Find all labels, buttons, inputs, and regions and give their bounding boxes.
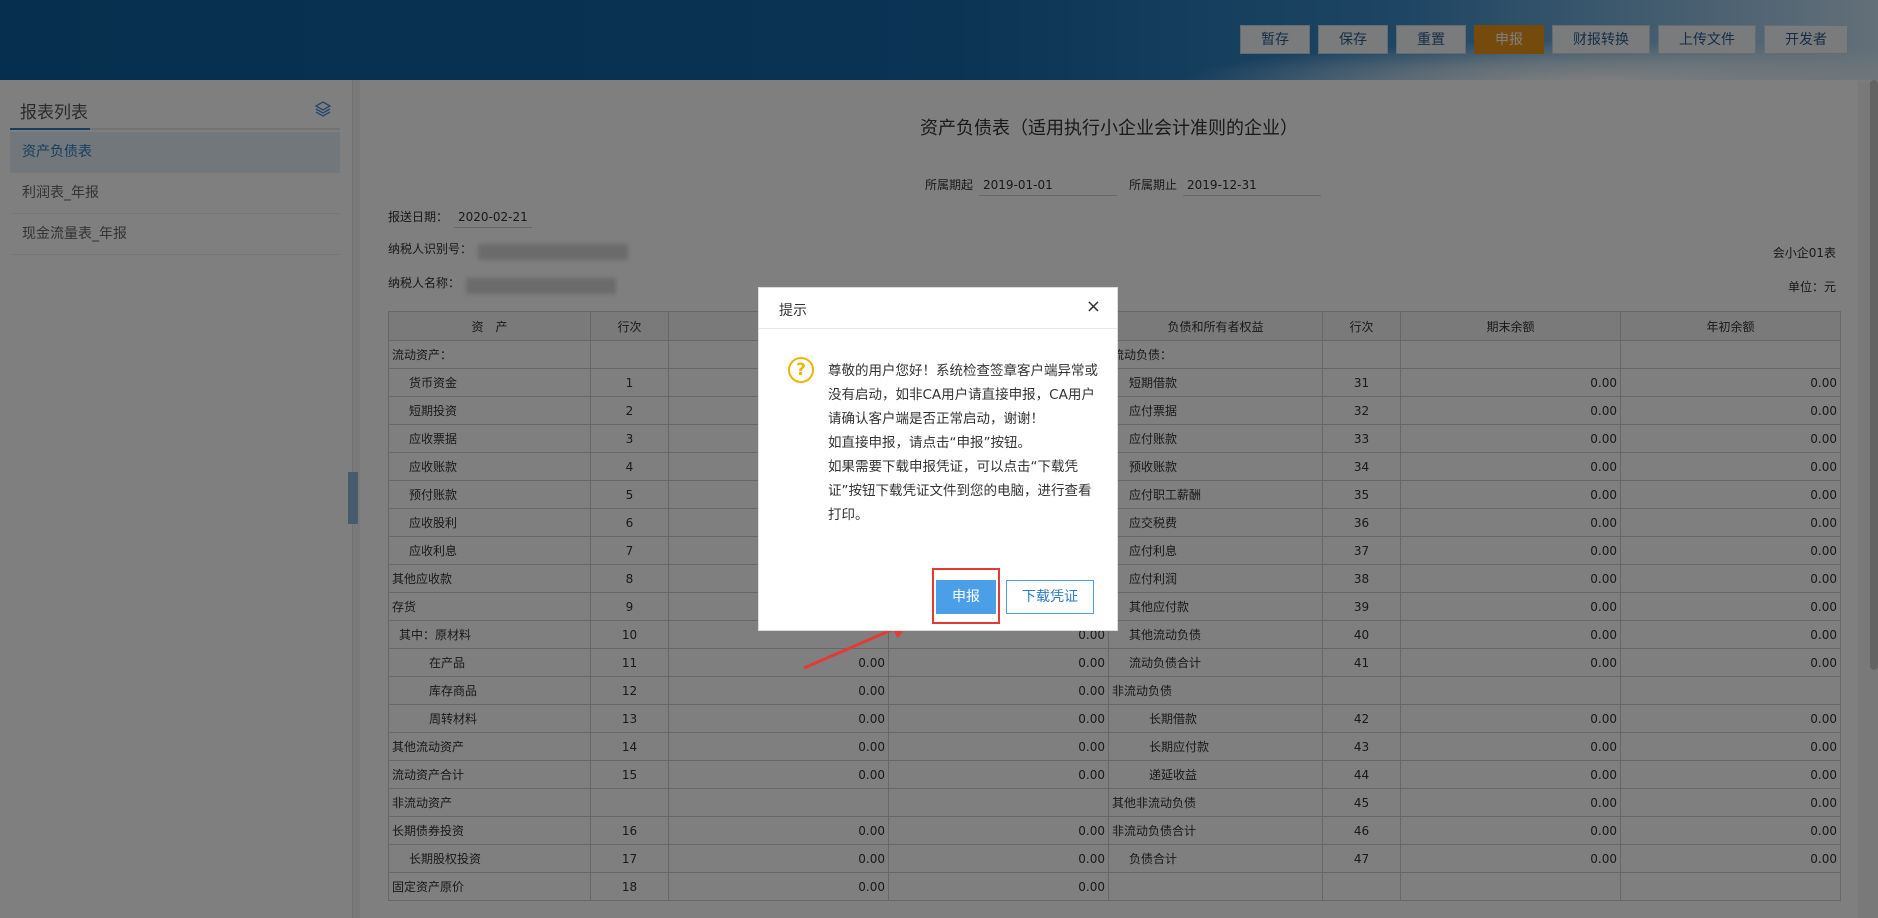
dialog-message-line-2: 如直接申报，请点击“申报”按钮。 xyxy=(828,435,1031,451)
dialog-message: 尊敬的用户您好！系统检查签章客户端异常或没有启动，如非CA用户请直接申报，CA用… xyxy=(828,359,1100,527)
dialog-declare-button[interactable]: 申报 xyxy=(936,580,996,614)
download-voucher-button[interactable]: 下载凭证 xyxy=(1006,580,1094,614)
dialog-message-line-1: 尊敬的用户您好！系统检查签章客户端异常或没有启动，如非CA用户请直接申报，CA用… xyxy=(828,363,1098,427)
close-icon[interactable]: × xyxy=(1086,298,1101,316)
dialog-message-line-3: 如果需要下载申报凭证，可以点击“下载凭证”按钮下载凭证文件到您的电脑，进行查看打… xyxy=(828,459,1092,523)
question-icon: ? xyxy=(788,357,814,383)
dialog-title: 提示 xyxy=(779,303,807,319)
dialog-header: 提示 × xyxy=(759,288,1117,329)
prompt-dialog: 提示 × ? 尊敬的用户您好！系统检查签章客户端异常或没有启动，如非CA用户请直… xyxy=(758,287,1118,631)
